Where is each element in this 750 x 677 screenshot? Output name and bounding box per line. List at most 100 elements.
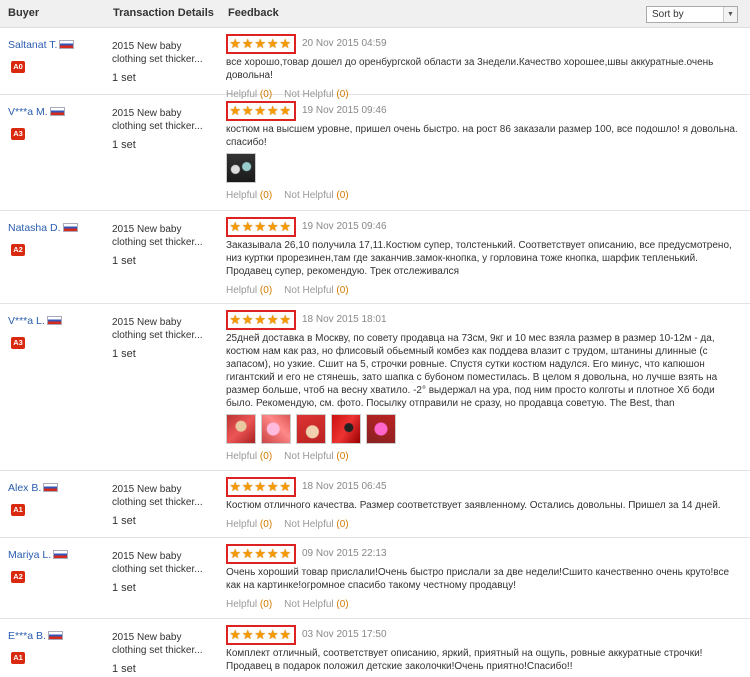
star-icon: ★ <box>229 219 242 234</box>
feedback-text: Заказывала 26,10 получила 17,11.Костюм с… <box>226 240 732 277</box>
star-icon: ★ <box>229 103 242 118</box>
not-helpful-label: Not Helpful <box>284 285 334 296</box>
russia-flag-icon <box>46 316 62 325</box>
product-link[interactable]: 2015 New baby clothing set thicker... <box>112 316 212 342</box>
feedback-photo-thumbnail[interactable] <box>226 414 256 444</box>
feedback-date: 19 Nov 2015 09:46 <box>302 221 387 232</box>
feedback-photo-thumbnail[interactable] <box>331 414 361 444</box>
product-info: 2015 New baby clothing set thicker... <box>112 550 212 576</box>
helpful-votes: Helpful (0) Not Helpful (0) <box>226 599 746 610</box>
feedback-row: Natasha D. A2 2015 New baby clothing set… <box>0 212 750 304</box>
product-info: 2015 New baby clothing set thicker... <box>112 631 212 657</box>
star-icon: ★ <box>279 36 292 51</box>
not-helpful-button[interactable]: Not Helpful (0) <box>284 519 348 530</box>
product-link[interactable]: 2015 New baby clothing set thicker... <box>112 223 212 249</box>
star-icon: ★ <box>254 546 267 561</box>
product-info: 2015 New baby clothing set thicker... <box>112 107 212 133</box>
russia-flag-icon <box>49 107 65 116</box>
feedback-photo-thumbnail[interactable] <box>296 414 326 444</box>
buyer-name-link[interactable]: V***a L. <box>8 315 45 327</box>
helpful-count: (0) <box>259 190 273 201</box>
helpful-button[interactable]: Helpful (0) <box>226 190 272 201</box>
buyer-info: V***a L. <box>8 315 62 327</box>
star-icon: ★ <box>254 312 267 327</box>
feedback-row: E***a B. A1 2015 New baby clothing set t… <box>0 620 750 677</box>
not-helpful-button[interactable]: Not Helpful (0) <box>284 599 348 610</box>
feedback-photo-thumbnail[interactable] <box>366 414 396 444</box>
chevron-down-icon: ▼ <box>723 7 737 22</box>
star-icon: ★ <box>266 546 279 561</box>
product-info: 2015 New baby clothing set thicker... <box>112 40 212 66</box>
star-rating: ★★★★★ <box>226 101 296 121</box>
buyer-level-badge: A1 <box>11 504 25 516</box>
product-link[interactable]: 2015 New baby clothing set thicker... <box>112 550 212 576</box>
quantity: 1 set <box>112 348 136 360</box>
buyer-name-link[interactable]: Alex B. <box>8 482 41 494</box>
helpful-button[interactable]: Helpful (0) <box>226 285 272 296</box>
not-helpful-label: Not Helpful <box>284 599 334 610</box>
feedback-text: все хорошо,товар дошел до оренбургской о… <box>226 57 714 81</box>
star-icon: ★ <box>241 479 254 494</box>
feedback-date: 19 Nov 2015 09:46 <box>302 105 387 116</box>
star-icon: ★ <box>266 219 279 234</box>
buyer-level-badge: A2 <box>11 244 25 256</box>
helpful-button[interactable]: Helpful (0) <box>226 599 272 610</box>
not-helpful-count: (0) <box>336 599 349 610</box>
russia-flag-icon <box>47 631 63 640</box>
buyer-level-badge: A2 <box>11 571 25 583</box>
russia-flag-icon <box>62 223 78 232</box>
russia-flag-icon <box>43 483 59 492</box>
not-helpful-count: (0) <box>336 190 349 201</box>
sort-by-select[interactable]: Sort by ▼ <box>646 6 738 23</box>
feedback-content: ★★★★★ 20 Nov 2015 04:59 все хорошо,товар… <box>226 34 746 100</box>
buyer-name-link[interactable]: E***a B. <box>8 630 46 642</box>
quantity: 1 set <box>112 72 136 84</box>
star-rating: ★★★★★ <box>226 544 296 564</box>
helpful-count: (0) <box>259 519 273 530</box>
feedback-date: 20 Nov 2015 04:59 <box>302 38 387 49</box>
not-helpful-button[interactable]: Not Helpful (0) <box>284 285 348 296</box>
helpful-count: (0) <box>259 451 273 462</box>
feedback-date: 03 Nov 2015 17:50 <box>302 629 387 640</box>
quantity: 1 set <box>112 255 136 267</box>
product-link[interactable]: 2015 New baby clothing set thicker... <box>112 631 212 657</box>
feedback-photo-thumbnail[interactable] <box>226 153 256 183</box>
buyer-name-link[interactable]: Saltanat T. <box>8 39 57 51</box>
product-link[interactable]: 2015 New baby clothing set thicker... <box>112 40 212 66</box>
feedback-content: ★★★★★ 18 Nov 2015 18:01 25дней доставка … <box>226 310 746 462</box>
helpful-votes: Helpful (0) Not Helpful (0) <box>226 190 746 201</box>
buyer-name-link[interactable]: V***a M. <box>8 106 48 118</box>
russia-flag-icon <box>59 40 75 49</box>
star-rating: ★★★★★ <box>226 477 296 497</box>
star-icon: ★ <box>266 36 279 51</box>
star-icon: ★ <box>279 312 292 327</box>
helpful-votes: Helpful (0) Not Helpful (0) <box>226 519 746 530</box>
buyer-info: Natasha D. <box>8 222 78 234</box>
helpful-button[interactable]: Helpful (0) <box>226 451 272 462</box>
feedback-content: ★★★★★ 19 Nov 2015 09:46 костюм на высшем… <box>226 101 746 201</box>
not-helpful-button[interactable]: Not Helpful (0) <box>284 451 348 462</box>
star-rating: ★★★★★ <box>226 217 296 237</box>
helpful-label: Helpful <box>226 190 258 201</box>
buyer-info: E***a B. <box>8 630 63 642</box>
feedback-photo-thumbnail[interactable] <box>261 414 291 444</box>
not-helpful-count: (0) <box>336 285 349 296</box>
not-helpful-label: Not Helpful <box>284 451 334 462</box>
star-icon: ★ <box>241 627 254 642</box>
star-icon: ★ <box>241 546 254 561</box>
not-helpful-button[interactable]: Not Helpful (0) <box>284 190 348 201</box>
helpful-votes: Helpful (0) Not Helpful (0) <box>226 451 746 462</box>
feedback-text: костюм на высшем уровне, пришел очень бы… <box>226 124 738 148</box>
product-link[interactable]: 2015 New baby clothing set thicker... <box>112 483 212 509</box>
star-icon: ★ <box>254 36 267 51</box>
table-header: Buyer Transaction Details Feedback Sort … <box>0 0 750 28</box>
feedback-row: V***a L. A3 2015 New baby clothing set t… <box>0 305 750 471</box>
product-link[interactable]: 2015 New baby clothing set thicker... <box>112 107 212 133</box>
helpful-button[interactable]: Helpful (0) <box>226 519 272 530</box>
buyer-name-link[interactable]: Mariya L. <box>8 549 51 561</box>
buyer-name-link[interactable]: Natasha D. <box>8 222 61 234</box>
russia-flag-icon <box>53 550 69 559</box>
helpful-count: (0) <box>259 599 273 610</box>
buyer-info: Saltanat T. <box>8 39 75 51</box>
product-info: 2015 New baby clothing set thicker... <box>112 483 212 509</box>
